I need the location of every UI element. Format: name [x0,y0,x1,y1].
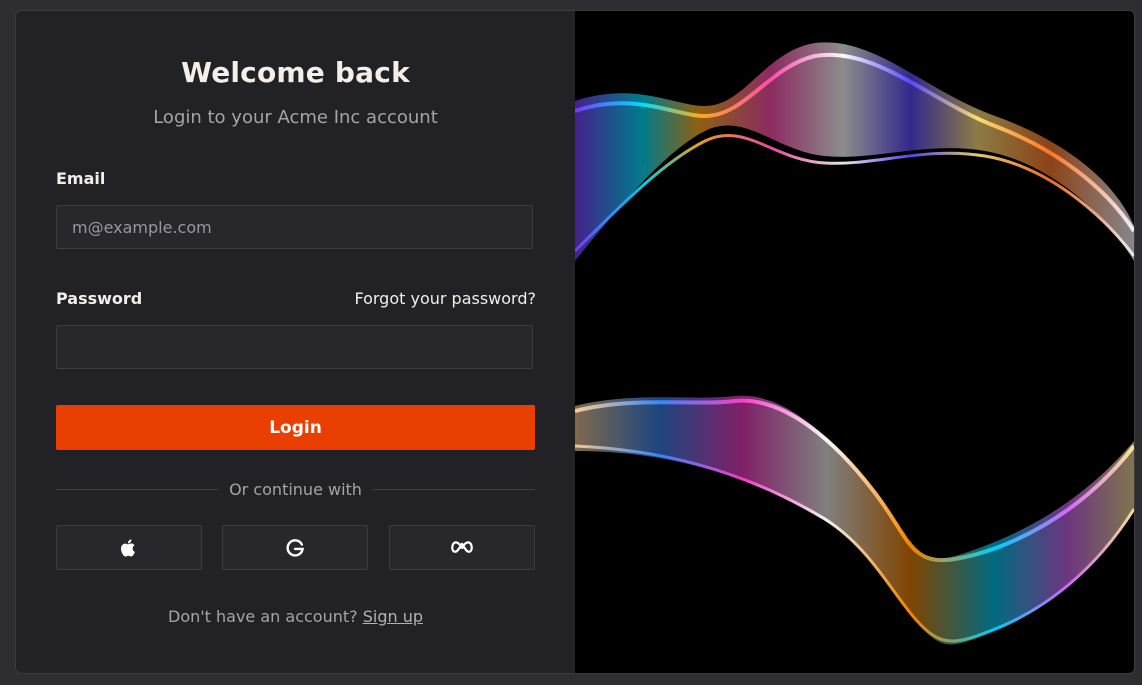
apple-icon [121,538,135,557]
hero-image-panel [575,11,1134,673]
email-field[interactable] [56,205,533,249]
meta-login-button[interactable] [389,525,535,570]
signup-link[interactable]: Sign up [363,607,423,626]
forgot-password-link[interactable]: Forgot your password? [354,289,536,308]
google-login-button[interactable] [222,525,368,570]
login-card: Welcome back Login to your Acme Inc acco… [15,10,1135,674]
signup-prompt: Don't have an account? Sign up [16,607,575,626]
password-label: Password [56,289,143,308]
iridescent-ribbon-image [575,42,1134,645]
email-label: Email [56,169,106,188]
password-field[interactable] [56,325,533,369]
divider-line-right [371,488,536,490]
page-subtitle: Login to your Acme Inc account [153,107,438,128]
divider: Or continue with [56,477,536,501]
google-icon [286,538,304,557]
signup-prompt-text: Don't have an account? [168,607,358,626]
divider-text: Or continue with [229,479,362,499]
meta-icon [451,540,473,553]
login-button[interactable]: Login [56,405,535,450]
divider-line-left [56,488,220,490]
page-title: Welcome back [181,56,410,89]
apple-login-button[interactable] [56,525,202,570]
login-form-panel: Welcome back Login to your Acme Inc acco… [16,11,575,673]
